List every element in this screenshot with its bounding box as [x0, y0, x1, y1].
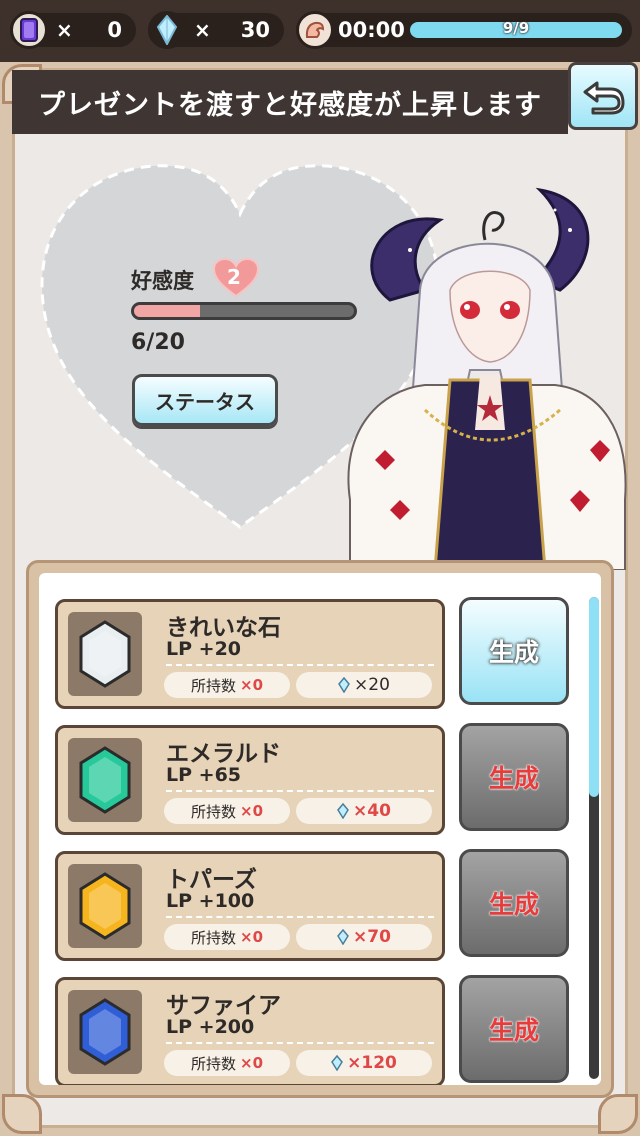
item-name: きれいな石: [166, 615, 281, 641]
back-arrow-icon: [583, 81, 625, 115]
frame-corner-ornament: [598, 1094, 638, 1134]
crystal-cost: ×70: [296, 924, 432, 950]
owned-count: 所持数 ×0: [164, 672, 290, 698]
crystal-cost: ×40: [296, 798, 432, 824]
stamina-arm-icon: [296, 11, 334, 49]
present-list-panel: きれいな石 LP +20 所持数 ×0 ×20 生成 エメラルド LP +65 …: [26, 560, 614, 1098]
crystal-icon: [337, 803, 349, 819]
stamina-time: 00:00: [338, 18, 405, 42]
character-illustration: [347, 187, 627, 570]
list-item: エメラルド LP +65 所持数 ×0 ×40: [55, 725, 445, 835]
item-name: トパーズ: [166, 867, 257, 893]
affection-progress-bar: [131, 302, 357, 320]
card-counter: × 0: [10, 11, 136, 49]
crystal-counter: × 30: [148, 11, 284, 49]
status-button[interactable]: ステータス: [132, 374, 278, 426]
crystal-icon: [148, 11, 186, 49]
item-name: サファイア: [166, 993, 281, 1019]
list-item: サファイア LP +200 所持数 ×0 ×120: [55, 977, 445, 1085]
main-frame: プレゼントを渡すと好感度が上昇します 好感度 2 6/20 ステータス きれいな…: [0, 62, 640, 1136]
generate-button[interactable]: 生成: [459, 975, 569, 1083]
gem-icon: [68, 990, 142, 1074]
divider: [166, 664, 434, 666]
gem-icon: [68, 612, 142, 696]
affection-progress-fill: [134, 305, 200, 317]
gem-icon: [68, 738, 142, 822]
page-title: プレゼントを渡すと好感度が上昇します: [12, 70, 568, 134]
generate-button[interactable]: 生成: [459, 849, 569, 957]
card-count: 0: [107, 18, 122, 42]
crystal-cost: ×120: [296, 1050, 432, 1076]
divider: [166, 916, 434, 918]
crystal-icon: [331, 1055, 344, 1071]
item-lp: LP +65: [166, 764, 242, 786]
affection-level: 2: [227, 265, 241, 289]
owned-count: 所持数 ×0: [164, 798, 290, 824]
gem-icon: [68, 864, 142, 948]
divider: [166, 1042, 434, 1044]
stamina-text: 9/9: [502, 19, 530, 37]
top-status-bar: × 0 × 30 00:00 9/9: [0, 0, 640, 62]
owned-count: 所持数 ×0: [164, 924, 290, 950]
item-lp: LP +20: [166, 638, 242, 660]
item-lp: LP +200: [166, 1016, 255, 1038]
generate-button[interactable]: 生成: [459, 723, 569, 831]
generate-button[interactable]: 生成: [459, 597, 569, 705]
scrollbar-thumb[interactable]: [589, 597, 599, 797]
owned-count: 所持数 ×0: [164, 1050, 290, 1076]
back-button[interactable]: [568, 62, 638, 130]
affection-label: 好感度: [131, 269, 194, 293]
list-item: きれいな石 LP +20 所持数 ×0 ×20: [55, 599, 445, 709]
list-item: トパーズ LP +100 所持数 ×0 ×70: [55, 851, 445, 961]
item-name: エメラルド: [166, 741, 281, 767]
divider: [166, 790, 434, 792]
scrollbar[interactable]: [589, 597, 599, 1079]
frame-corner-ornament: [2, 1094, 42, 1134]
item-lp: LP +100: [166, 890, 255, 912]
crystal-count: 30: [240, 18, 270, 42]
crystal-cost: ×20: [296, 672, 432, 698]
card-icon: [10, 11, 48, 49]
present-list[interactable]: きれいな石 LP +20 所持数 ×0 ×20 生成 エメラルド LP +65 …: [39, 573, 601, 1085]
affection-count: 6/20: [131, 330, 185, 355]
crystal-icon: [337, 929, 349, 945]
crystal-icon: [338, 677, 350, 693]
